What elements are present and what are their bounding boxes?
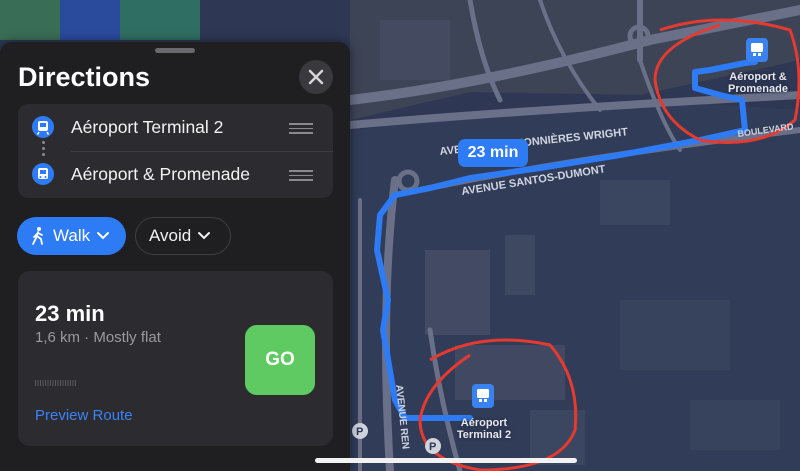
preview-route-link[interactable]: Preview Route	[35, 407, 133, 424]
route-details: 1,6 km · Mostly flat	[35, 329, 161, 346]
transit-stop-pin-origin[interactable]	[472, 384, 494, 408]
stop-destination[interactable]: Aéroport & Promenade	[18, 151, 333, 198]
destination-map-label[interactable]: Aéroport & Promenade	[716, 71, 800, 95]
avoid-label: Avoid	[149, 226, 192, 245]
chevron-down-icon	[198, 232, 211, 240]
stop-origin[interactable]: Aéroport Terminal 2	[18, 104, 333, 151]
go-button[interactable]: GO	[245, 325, 315, 395]
parking-icon: P	[352, 423, 368, 439]
chevron-down-icon	[97, 232, 110, 240]
home-indicator[interactable]	[315, 458, 577, 463]
close-button[interactable]	[299, 60, 333, 94]
walk-mode-label: Walk	[53, 226, 91, 245]
bus-icon	[32, 163, 54, 185]
avoid-chip[interactable]: Avoid	[135, 217, 231, 255]
bus-stop-pin-destination[interactable]	[746, 38, 768, 62]
origin-map-label[interactable]: Aéroport Terminal 2	[447, 417, 521, 441]
panel-title: Directions	[18, 62, 151, 92]
svg-text:P: P	[429, 441, 436, 453]
reorder-handle[interactable]	[289, 123, 313, 134]
transit-icon	[32, 116, 54, 138]
stops-card: Aéroport Terminal 2 Aéroport & Promenade	[18, 104, 333, 198]
svg-text:P: P	[356, 426, 363, 438]
close-icon	[308, 69, 324, 85]
elevation-graph	[35, 380, 77, 386]
directions-panel: Directions Aéroport Terminal 2 Aéroport …	[0, 42, 350, 471]
route-option-card[interactable]: 23 min 1,6 km · Mostly flat Preview Rout…	[18, 271, 333, 446]
stop-label-origin: Aéroport Terminal 2	[71, 117, 224, 137]
route-duration: 23 min	[35, 301, 105, 326]
parking-icon: P	[425, 438, 441, 454]
walking-person-icon	[32, 227, 43, 245]
panel-grabber[interactable]	[155, 48, 195, 53]
stop-label-destination: Aéroport & Promenade	[71, 164, 250, 184]
walk-mode-chip[interactable]: Walk	[17, 217, 126, 255]
eta-bubble[interactable]: 23 min	[458, 139, 528, 167]
reorder-handle[interactable]	[289, 170, 313, 181]
